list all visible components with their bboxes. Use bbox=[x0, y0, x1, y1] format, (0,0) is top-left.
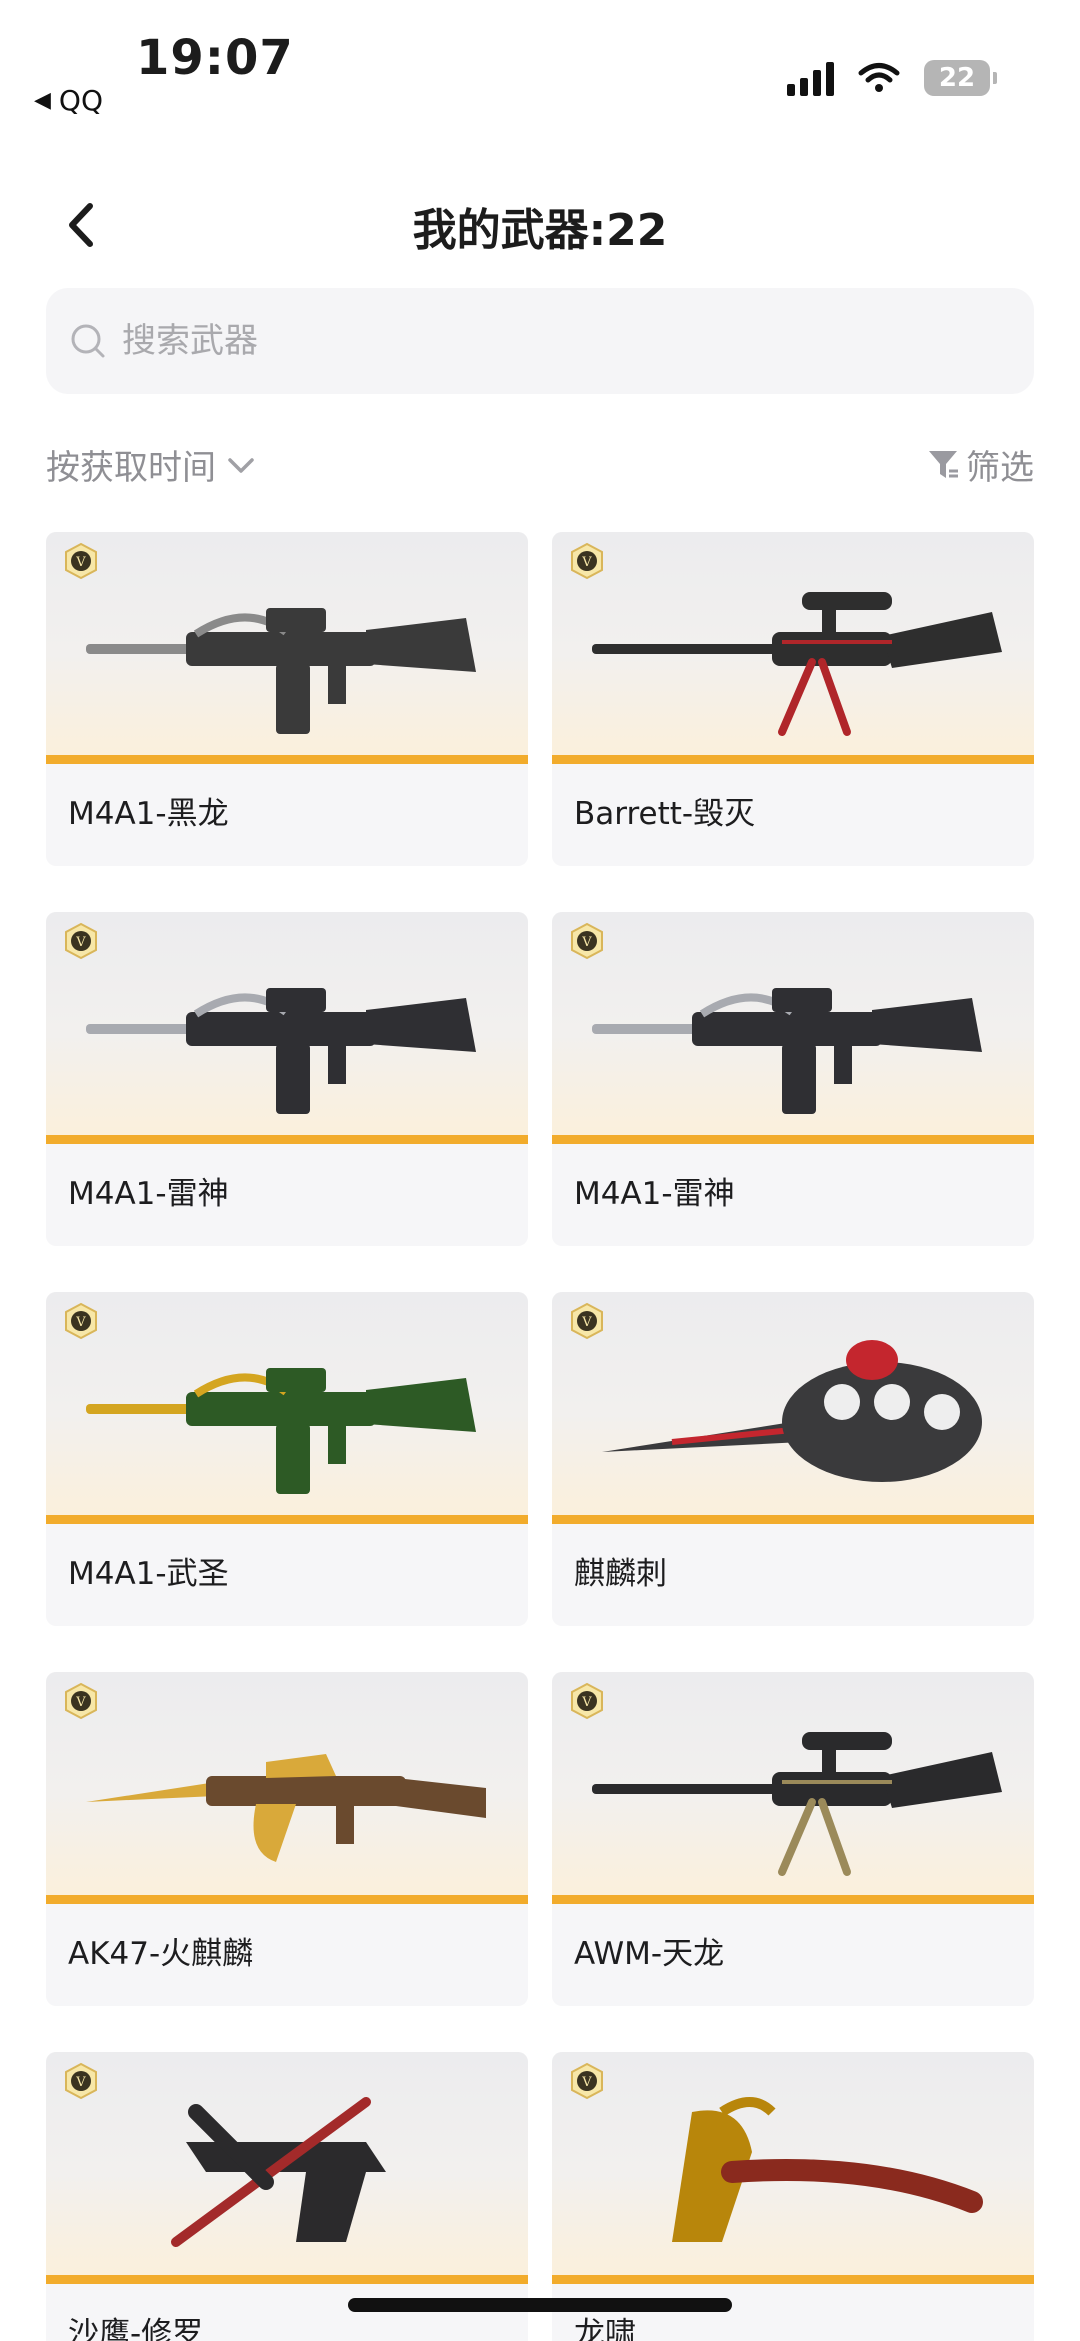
weapon-image-area: V bbox=[552, 532, 1034, 764]
chevron-down-icon bbox=[228, 457, 254, 473]
weapon-image-area: V bbox=[552, 2052, 1034, 2284]
weapon-card[interactable]: V Barrett-毁灭 bbox=[552, 532, 1034, 866]
rifle-icon bbox=[86, 608, 476, 734]
weapon-image-area: V bbox=[552, 1292, 1034, 1524]
wifi-icon bbox=[858, 63, 900, 92]
sort-label: 按获取时间 bbox=[46, 448, 216, 488]
status-bar: 19:07 ◀ QQ 22 bbox=[0, 0, 1080, 125]
rifle-icon bbox=[592, 988, 982, 1114]
rifle-icon bbox=[86, 988, 476, 1114]
weapon-image-area: V bbox=[552, 912, 1034, 1144]
back-app-label: QQ bbox=[58, 84, 103, 117]
battery-level: 22 bbox=[938, 63, 976, 93]
sort-dropdown[interactable]: 按获取时间 bbox=[46, 440, 258, 489]
search-box[interactable] bbox=[46, 288, 1034, 394]
cellular-signal-icon bbox=[787, 60, 834, 96]
weapon-name: 龙啸 bbox=[574, 2316, 636, 2341]
sort-filter-bar: 按获取时间 筛选 bbox=[46, 440, 1034, 496]
weapon-name: M4A1-雷神 bbox=[68, 1176, 229, 1212]
weapon-image-area: V bbox=[46, 2052, 528, 2284]
weapon-name: M4A1-武圣 bbox=[68, 1556, 229, 1592]
axe-icon bbox=[672, 2097, 983, 2242]
battery-icon: 22 bbox=[924, 60, 997, 96]
pistol-icon bbox=[171, 2097, 386, 2247]
weapon-name: 沙鹰-修罗 bbox=[68, 2316, 204, 2341]
weapon-image-area: V bbox=[552, 1672, 1034, 1904]
sniper-icon bbox=[592, 592, 1002, 736]
search-input[interactable] bbox=[122, 321, 1034, 361]
weapon-name: AWM-天龙 bbox=[574, 1936, 725, 1972]
weapon-card[interactable]: V AWM-天龙 bbox=[552, 1672, 1034, 2006]
nav-bar: 我的武器:22 bbox=[0, 180, 1080, 270]
weapon-image-area: V bbox=[46, 1292, 528, 1524]
weapon-list-page: 19:07 ◀ QQ 22 我的武器:22 搜索武器 按获取时间 筛选 V M4… bbox=[0, 0, 1080, 2341]
weapon-card[interactable]: V M4A1-黑龙 bbox=[46, 532, 528, 866]
weapon-name: 麒麟刺 bbox=[574, 1556, 667, 1592]
filter-button[interactable]: 筛选 bbox=[926, 440, 1034, 489]
filter-icon bbox=[929, 450, 958, 478]
search-icon bbox=[71, 324, 105, 358]
weapon-card[interactable]: V M4A1-雷神 bbox=[46, 912, 528, 1246]
assault-rifle-icon bbox=[86, 1754, 486, 1862]
weapon-card[interactable]: V M4A1-武圣 bbox=[46, 1292, 528, 1626]
weapon-card[interactable]: V 麒麟刺 bbox=[552, 1292, 1034, 1626]
weapon-grid: V M4A1-黑龙 V Barrett-毁灭 V M4A1-雷神 V M4A1-… bbox=[46, 532, 1034, 2341]
weapon-card[interactable]: V AK47-火麒麟 bbox=[46, 1672, 528, 2006]
rifle-icon bbox=[86, 1368, 476, 1494]
weapon-name: Barrett-毁灭 bbox=[574, 796, 756, 832]
weapon-image-area: V bbox=[46, 1672, 528, 1904]
weapon-image-area: V bbox=[46, 532, 528, 764]
weapon-card[interactable]: V M4A1-雷神 bbox=[552, 912, 1034, 1246]
home-indicator bbox=[348, 2298, 732, 2312]
status-icons: 22 bbox=[787, 60, 997, 96]
weapon-name: AK47-火麒麟 bbox=[68, 1936, 254, 1972]
sniper-icon bbox=[592, 1732, 1002, 1876]
weapon-name: M4A1-黑龙 bbox=[68, 796, 229, 832]
filter-label: 筛选 bbox=[966, 448, 1034, 488]
back-triangle-icon: ◀ bbox=[34, 88, 51, 113]
page-title: 我的武器:22 bbox=[412, 205, 668, 256]
knuckle-knife-icon bbox=[602, 1340, 982, 1482]
status-time: 19:07 bbox=[136, 30, 294, 86]
weapon-name: M4A1-雷神 bbox=[574, 1176, 735, 1212]
weapon-image-area: V bbox=[46, 912, 528, 1144]
back-to-app[interactable]: ◀ QQ bbox=[34, 84, 103, 117]
